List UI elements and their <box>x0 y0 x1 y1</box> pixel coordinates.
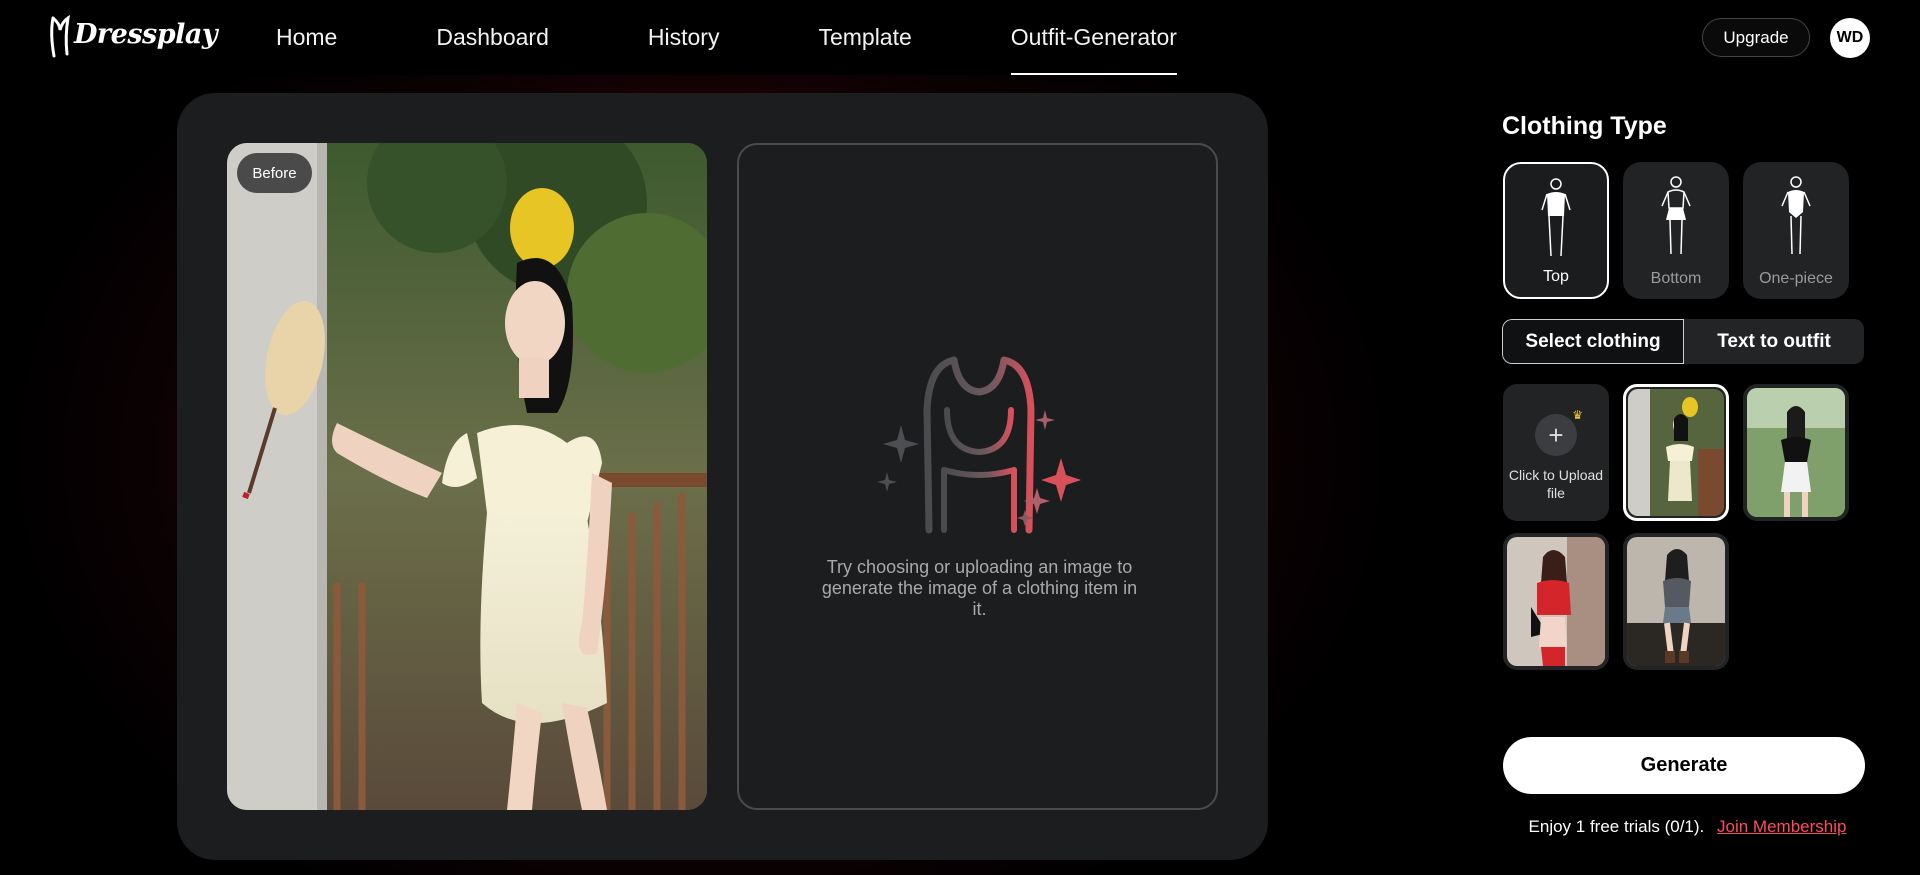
clothing-thumb-3[interactable] <box>1503 533 1609 670</box>
type-top-label: Top <box>1543 268 1569 285</box>
trial-info: Enjoy 1 free trials (0/1). Join Membersh… <box>1455 817 1920 837</box>
nav-history[interactable]: History <box>648 0 720 75</box>
clothing-thumb-2[interactable] <box>1743 384 1849 521</box>
result-image-panel: Try choosing or uploading an image to ge… <box>737 143 1218 810</box>
placeholder-text: Try choosing or uploading an image to ge… <box>821 557 1138 619</box>
type-bottom[interactable]: Bottom <box>1623 162 1729 299</box>
preview-card: Before Try choosing or uploading an imag… <box>177 93 1268 860</box>
logo[interactable]: Dressplay <box>48 14 218 60</box>
main-nav: Home Dashboard History Template Outfit-G… <box>276 0 1276 75</box>
clothing-type-title: Clothing Type <box>1502 112 1667 140</box>
tab-text-to-outfit[interactable]: Text to outfit <box>1684 319 1864 364</box>
type-bottom-label: Bottom <box>1650 270 1702 287</box>
trial-text: Enjoy 1 free trials (0/1). <box>1528 817 1705 836</box>
clothing-thumb-2-image <box>1747 388 1845 517</box>
clothing-source-toggle: Select clothing Text to outfit <box>1502 319 1864 364</box>
one-piece-silhouette-icon <box>1781 176 1811 255</box>
crown-icon: ♛ <box>1572 408 1583 422</box>
plus-icon: + ♛ <box>1535 408 1583 456</box>
top-nav-bar: Dressplay Home Dashboard History Templat… <box>0 0 1920 75</box>
nav-template[interactable]: Template <box>818 0 911 75</box>
tab-select-clothing[interactable]: Select clothing <box>1502 319 1684 364</box>
type-one-piece-label: One-piece <box>1759 270 1833 287</box>
generate-button[interactable]: Generate <box>1503 737 1865 794</box>
type-one-piece[interactable]: One-piece <box>1743 162 1849 299</box>
bottom-silhouette-icon <box>1661 176 1691 255</box>
logo-text: Dressplay <box>74 18 218 50</box>
avatar[interactable]: WD <box>1830 18 1870 58</box>
clothing-sparkle-icon <box>877 356 1081 534</box>
logo-mark-icon <box>50 14 71 58</box>
clothing-thumb-1[interactable] <box>1623 384 1729 521</box>
before-photo <box>227 143 707 810</box>
clothing-options-panel: Clothing Type Top Bottom One-piece Selec <box>1455 75 1920 875</box>
upgrade-button[interactable]: Upgrade <box>1702 18 1810 57</box>
clothing-thumb-4-image <box>1627 537 1725 666</box>
clothing-thumb-3-image <box>1507 537 1605 666</box>
nav-outfit-generator[interactable]: Outfit-Generator <box>1010 0 1178 75</box>
top-silhouette-icon <box>1541 178 1571 257</box>
before-image-panel: Before <box>227 143 707 810</box>
upload-file-button[interactable]: + ♛ Click to Upload file <box>1503 384 1609 521</box>
clothing-thumb-4[interactable] <box>1623 533 1729 670</box>
nav-home[interactable]: Home <box>276 0 337 75</box>
join-membership-link[interactable]: Join Membership <box>1717 817 1846 836</box>
nav-dashboard[interactable]: Dashboard <box>436 0 549 75</box>
upload-label: Click to Upload file <box>1508 467 1604 501</box>
before-badge: Before <box>237 153 312 193</box>
clothing-thumb-1-image <box>1628 389 1724 516</box>
type-top[interactable]: Top <box>1503 162 1609 299</box>
